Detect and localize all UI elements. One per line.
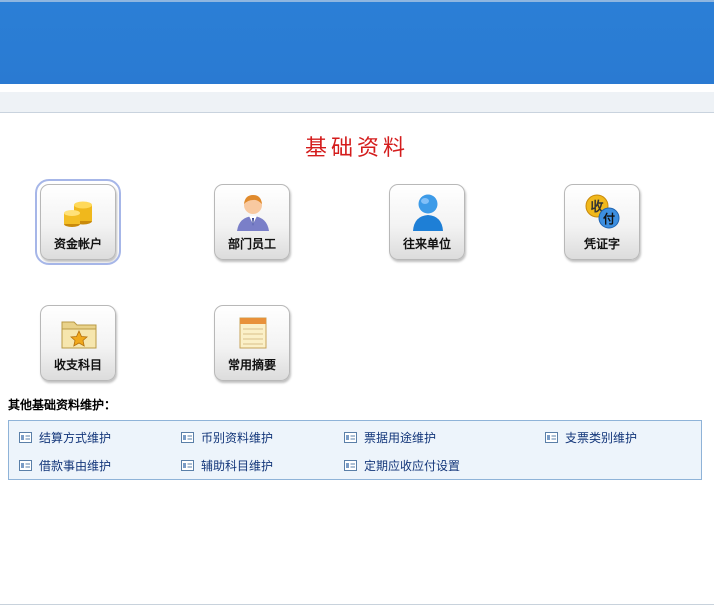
sub-toolbar bbox=[0, 92, 714, 113]
list-window-icon bbox=[19, 432, 32, 443]
link-label: 支票类别维护 bbox=[565, 431, 638, 445]
list-window-icon bbox=[344, 460, 357, 471]
income-expense-subject-tile[interactable]: 收支科目 bbox=[40, 305, 116, 381]
department-employee-tile[interactable]: 部门员工 bbox=[214, 184, 290, 260]
link-label: 辅助科目维护 bbox=[201, 459, 274, 473]
contact-person-icon bbox=[413, 194, 443, 231]
employee-icon bbox=[237, 195, 269, 231]
settlement-method-link[interactable]: 结算方式维护 bbox=[19, 429, 111, 446]
link-label: 定期应收应付设置 bbox=[364, 459, 461, 473]
link-label: 借款事由维护 bbox=[39, 459, 112, 473]
tile-label: 部门员工 bbox=[227, 237, 276, 251]
coins-icon bbox=[64, 201, 92, 227]
voucher-icon: 收 付 bbox=[585, 194, 620, 229]
periodic-receivable-payable-link[interactable]: 定期应收应付设置 bbox=[344, 457, 460, 474]
tile-label: 往来单位 bbox=[402, 237, 451, 251]
list-window-icon bbox=[344, 432, 357, 443]
tile-label: 凭证字 bbox=[583, 237, 620, 251]
bottom-divider bbox=[0, 604, 714, 605]
contact-unit-tile[interactable]: 往来单位 bbox=[389, 184, 465, 260]
other-maintenance-heading: 其他基础资料维护： bbox=[8, 398, 117, 412]
link-label: 币别资料维护 bbox=[201, 431, 274, 445]
auxiliary-subject-link[interactable]: 辅助科目维护 bbox=[181, 457, 273, 474]
voucher-word-tile[interactable]: 收 付 凭证字 bbox=[564, 184, 640, 260]
bill-usage-link[interactable]: 票据用途维护 bbox=[344, 429, 436, 446]
other-maintenance-panel: 结算方式维护 币别资料维护 票据用途维护 支票类别维护 借款事由维护 辅助科目维… bbox=[8, 420, 702, 480]
tile-label: 常用摘要 bbox=[227, 358, 276, 372]
voucher-icon-text-payment: 付 bbox=[603, 211, 615, 226]
currency-data-link[interactable]: 币别资料维护 bbox=[181, 429, 273, 446]
link-label: 票据用途维护 bbox=[364, 431, 437, 445]
tile-label: 收支科目 bbox=[53, 358, 102, 372]
notepad-icon bbox=[239, 317, 267, 349]
page-title: 基础资料 bbox=[304, 136, 409, 161]
tile-label: 资金帐户 bbox=[53, 237, 102, 251]
check-type-link[interactable]: 支票类别维护 bbox=[545, 429, 637, 446]
top-banner bbox=[0, 0, 714, 84]
common-summary-tile[interactable]: 常用摘要 bbox=[214, 305, 290, 381]
folder-star-icon bbox=[61, 321, 97, 349]
list-window-icon bbox=[181, 460, 194, 471]
fund-account-tile[interactable]: 资金帐户 bbox=[35, 179, 121, 265]
list-window-icon bbox=[19, 460, 32, 471]
loan-reason-link[interactable]: 借款事由维护 bbox=[19, 457, 111, 474]
link-label: 结算方式维护 bbox=[39, 431, 112, 445]
list-window-icon bbox=[545, 432, 558, 443]
list-window-icon bbox=[181, 432, 194, 443]
